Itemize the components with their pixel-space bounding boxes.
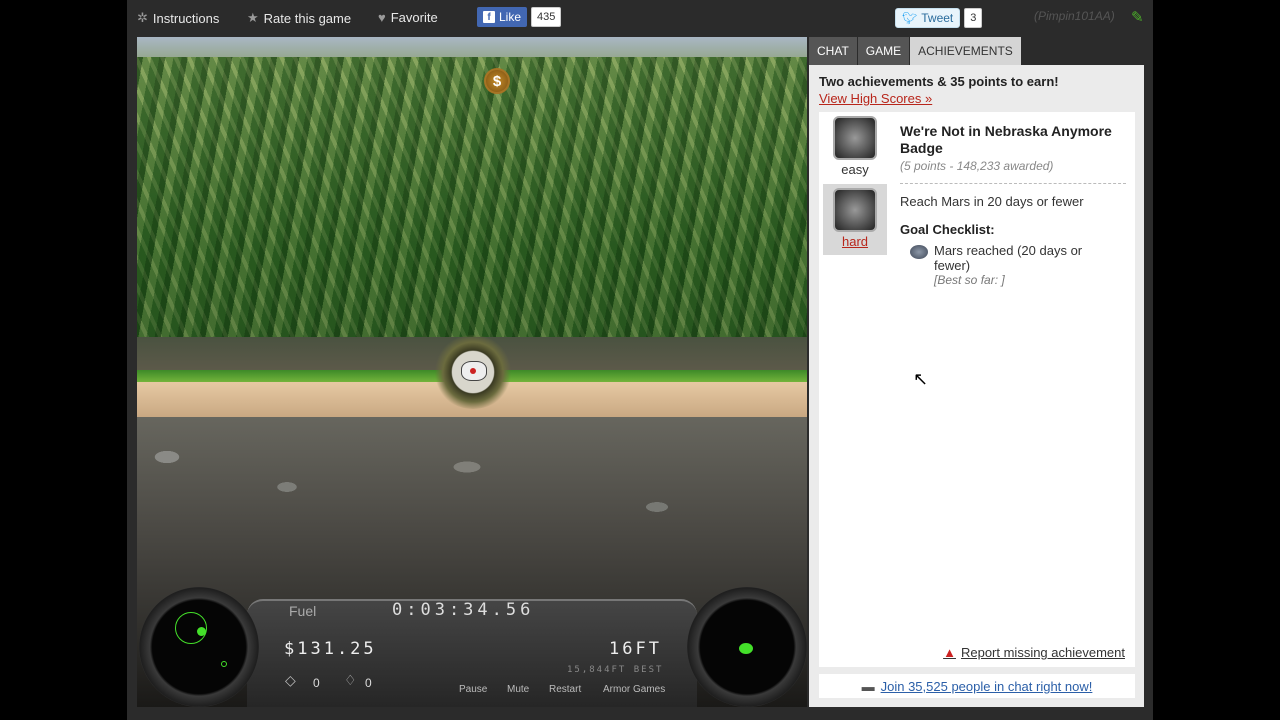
goal-checklist-item: Mars reached (20 days or fewer) [Best so… bbox=[910, 243, 1120, 287]
fb-like-label: Like bbox=[499, 10, 522, 24]
heart-icon: ♥ bbox=[378, 10, 386, 25]
item2-count: 0 bbox=[365, 676, 372, 690]
favorite-link[interactable]: ♥ Favorite bbox=[378, 10, 438, 25]
drill-face bbox=[461, 361, 487, 381]
favorite-label: Favorite bbox=[390, 10, 438, 25]
facebook-like: f Like 435 bbox=[477, 7, 562, 27]
view-high-scores-link[interactable]: View High Scores » bbox=[819, 91, 1129, 106]
difficulty-easy[interactable]: easy bbox=[823, 112, 887, 182]
tweet-button[interactable]: 🐦︎ Tweet bbox=[895, 8, 961, 28]
mouse-cursor-icon: ↖ bbox=[913, 369, 929, 389]
fuel-label: Fuel bbox=[289, 603, 317, 619]
game-canvas[interactable]: $ Fuel 0:03:34.56 $131.25 16FT 15,844FT … bbox=[137, 37, 807, 707]
user-status-icon: ✎ bbox=[1131, 9, 1144, 26]
radar-dot bbox=[221, 661, 227, 667]
tweet-label: Tweet bbox=[921, 11, 954, 25]
diamond-icon: ◇ bbox=[285, 672, 296, 688]
game-hud: Fuel 0:03:34.56 $131.25 16FT 15,844FT BE… bbox=[137, 577, 807, 707]
facebook-like-button[interactable]: f Like bbox=[477, 7, 528, 27]
coin-icon: $ bbox=[484, 68, 510, 94]
rate-label: Rate this game bbox=[263, 10, 352, 26]
tweet-widget: 🐦︎ Tweet 3 bbox=[895, 8, 983, 28]
achievement-title: We're Not in Nebraska Anymore Badge bbox=[900, 123, 1112, 156]
goal-text: Mars reached (20 days or fewer) bbox=[934, 243, 1083, 273]
goal-status-icon bbox=[910, 245, 928, 259]
report-missing-link[interactable]: ▲ Report missing achievement bbox=[943, 645, 1125, 660]
chat-invite-label: Join 35,525 people in chat right now! bbox=[880, 678, 1093, 694]
panel-tabs: CHAT GAME ACHIEVEMENTS bbox=[809, 37, 1144, 65]
achievements-header: Two achievements & 35 points to earn! Vi… bbox=[819, 74, 1129, 106]
side-panel: CHAT GAME ACHIEVEMENTS Two achievements … bbox=[809, 37, 1144, 707]
chat-invite[interactable]: ▬ Join 35,525 people in chat right now! bbox=[819, 674, 1135, 698]
best-so-far: [Best so far: ] bbox=[934, 273, 1005, 287]
facebook-icon: f bbox=[483, 11, 495, 23]
flame-icon: ♢ bbox=[344, 672, 357, 688]
radar-blip bbox=[197, 627, 206, 636]
best-depth: 15,844FT BEST bbox=[567, 665, 664, 675]
badge-hard-icon bbox=[833, 188, 877, 232]
achievement-meta: (5 points - 148,233 awarded) bbox=[900, 159, 1054, 173]
game-page-frame: ✲ Instructions ★ Rate this game ♥ Favori… bbox=[127, 0, 1153, 720]
username[interactable]: (Pimpin101AA) bbox=[1034, 9, 1115, 23]
tweet-count: 3 bbox=[964, 8, 983, 28]
easy-label: easy bbox=[841, 162, 869, 177]
tab-game[interactable]: GAME bbox=[857, 37, 910, 65]
difficulty-hard[interactable]: hard bbox=[823, 184, 887, 255]
achievement-content: easy hard We're Not in Nebraska Anymore … bbox=[819, 112, 1135, 667]
radar-target bbox=[739, 643, 753, 654]
depth-readout: 16FT bbox=[609, 639, 662, 659]
tab-achievements[interactable]: ACHIEVEMENTS bbox=[910, 37, 1021, 65]
star-icon: ★ bbox=[247, 10, 259, 25]
report-label: Report missing achievement bbox=[960, 645, 1125, 660]
difficulty-column: easy hard bbox=[819, 112, 887, 267]
warning-icon: ▲ bbox=[943, 645, 956, 660]
left-radar-gauge bbox=[139, 587, 259, 707]
right-radar-gauge bbox=[687, 587, 807, 707]
top-bar: ✲ Instructions ★ Rate this game ♥ Favori… bbox=[127, 0, 1153, 36]
instructions-link[interactable]: ✲ Instructions bbox=[137, 10, 219, 26]
restart-button[interactable]: Restart bbox=[549, 684, 581, 695]
achievements-headline: Two achievements & 35 points to earn! bbox=[819, 74, 1059, 89]
twitter-bird-icon: 🐦︎ bbox=[902, 11, 918, 25]
pause-button[interactable]: Pause bbox=[459, 684, 487, 695]
chat-bubble-icon: ▬ bbox=[861, 678, 875, 694]
hard-label: hard bbox=[841, 234, 869, 249]
item1-count: 0 bbox=[313, 676, 320, 690]
tab-chat[interactable]: CHAT bbox=[809, 37, 857, 65]
armor-games-link[interactable]: Armor Games bbox=[603, 684, 665, 695]
rate-game-link[interactable]: ★ Rate this game bbox=[247, 10, 351, 26]
money-readout: $131.25 bbox=[284, 639, 377, 659]
instructions-label: Instructions bbox=[152, 10, 220, 26]
timer-readout: 0:03:34.56 bbox=[392, 600, 535, 620]
badge-easy-icon bbox=[833, 116, 877, 160]
goal-checklist-heading: Goal Checklist: bbox=[900, 222, 995, 237]
achievement-description: Reach Mars in 20 days or fewer bbox=[900, 194, 1084, 209]
fb-like-count: 435 bbox=[531, 7, 562, 27]
drill-character bbox=[433, 335, 513, 409]
gear-icon: ✲ bbox=[137, 10, 148, 25]
cornfield-background bbox=[137, 57, 807, 377]
mute-button[interactable]: Mute bbox=[507, 684, 529, 695]
divider bbox=[900, 183, 1126, 184]
